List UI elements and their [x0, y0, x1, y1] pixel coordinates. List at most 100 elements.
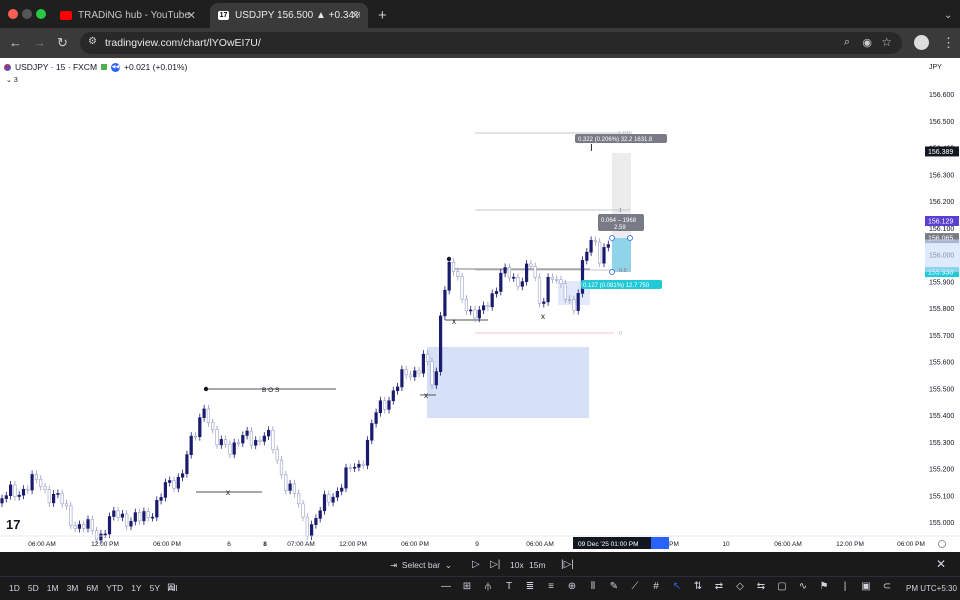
vertical-line-icon[interactable]: |: [837, 580, 853, 594]
candle-body: [606, 244, 610, 248]
speed-button[interactable]: 10x: [510, 560, 524, 570]
timezone-label[interactable]: PM UTC+5:30: [906, 584, 957, 593]
step-forward-icon[interactable]: ▷|: [490, 559, 500, 570]
candle-body: [142, 511, 146, 522]
ruler-icon[interactable]: ⊕: [564, 580, 580, 594]
candle-body: [254, 439, 258, 446]
rect-icon[interactable]: ▢: [774, 580, 790, 594]
fib-icon[interactable]: ≣: [522, 580, 538, 594]
candle-body: [585, 251, 589, 261]
candle-body: [327, 494, 331, 503]
candle-body: [99, 533, 103, 541]
candle-body: [550, 277, 554, 280]
path-icon[interactable]: ∿: [795, 580, 811, 594]
eye-icon[interactable]: ◉: [862, 36, 872, 49]
forward-icon[interactable]: →: [33, 35, 46, 50]
bookmark-star-icon[interactable]: ☆: [881, 35, 892, 49]
range-button[interactable]: 1M: [47, 583, 59, 593]
drag-handle[interactable]: [627, 235, 633, 241]
minimize-window-icon[interactable]: [22, 9, 32, 19]
reload-icon[interactable]: ↻: [57, 35, 68, 51]
range-button[interactable]: 5Y: [150, 583, 160, 593]
long-position-icon[interactable]: ⇅: [690, 580, 706, 594]
grid-icon[interactable]: #: [648, 580, 664, 594]
candle-body: [520, 281, 524, 287]
trend-icon[interactable]: ⟋: [627, 580, 643, 594]
maximize-window-icon[interactable]: [36, 9, 46, 19]
play-icon[interactable]: ▷: [472, 559, 480, 570]
tab-search-icon[interactable]: ⌄: [936, 3, 956, 28]
candle-body: [219, 439, 223, 446]
back-icon[interactable]: ←: [9, 35, 22, 50]
pitchfork-icon[interactable]: ⫛: [480, 580, 496, 594]
candle-body: [133, 512, 137, 522]
candle-body: [387, 400, 391, 410]
pointer-icon[interactable]: ↖: [669, 580, 685, 594]
close-window-icon[interactable]: [8, 9, 18, 19]
shape-icon[interactable]: ◇: [732, 580, 748, 594]
candle-body: [593, 240, 597, 243]
candle-body: [159, 497, 163, 501]
symbol-name[interactable]: USDJPY · 15 · FXCM: [15, 62, 97, 72]
candlestick-chart[interactable]: B O S x x x x 1.618 1 0.5 0 0.322 (0.206…: [0, 58, 960, 552]
bars-icon[interactable]: ⫴: [585, 580, 601, 594]
candle-body: [120, 513, 124, 518]
new-tab-button[interactable]: +: [370, 3, 390, 28]
candle-body: [228, 443, 232, 455]
text-tool-icon[interactable]: T: [501, 580, 517, 594]
price-tick: 155.000: [929, 520, 954, 527]
chart-area[interactable]: B O S x x x x 1.618 1 0.5 0 0.322 (0.206…: [0, 58, 960, 552]
drag-handle[interactable]: [609, 235, 615, 241]
arrows-icon[interactable]: ⇆: [753, 580, 769, 594]
close-replay-icon[interactable]: ✕: [936, 557, 946, 571]
candle-body: [374, 412, 378, 424]
candle-body: [206, 408, 211, 423]
replay-icon[interactable]: ◀◀: [111, 62, 121, 72]
candle-body: [486, 305, 490, 308]
tab-youtube[interactable]: TRADiNG hub - YouTube ✕: [52, 3, 204, 28]
candle-body: [13, 484, 17, 497]
close-tab-icon[interactable]: ✕: [187, 9, 196, 22]
magnet-icon[interactable]: ⊂: [879, 580, 895, 594]
crosshair-icon[interactable]: ⊞: [459, 580, 475, 594]
time-tick: 9: [475, 541, 479, 548]
range-button[interactable]: 3M: [67, 583, 79, 593]
date-range-icon[interactable]: ⊟: [167, 582, 175, 593]
menu-icon[interactable]: ⋮: [942, 35, 955, 51]
time-tick: 06:00 PM: [153, 541, 181, 548]
candle-body: [90, 519, 94, 532]
flag-tool-icon[interactable]: ⚑: [816, 580, 832, 594]
range-button[interactable]: 1D: [9, 583, 20, 593]
divider: [0, 576, 960, 577]
select-bar-button[interactable]: ⇥ Select bar ⌄: [390, 560, 452, 571]
jump-end-icon[interactable]: |▷|: [561, 559, 574, 570]
image-icon[interactable]: ▣: [858, 580, 874, 594]
candle-body: [112, 510, 116, 517]
demand-zone[interactable]: [427, 347, 589, 418]
zoom-icon[interactable]: ⌕: [844, 36, 850, 49]
range-button[interactable]: 5D: [28, 583, 39, 593]
drag-handle[interactable]: [609, 269, 615, 275]
candle-body: [9, 484, 13, 496]
price-tick: 155.700: [929, 333, 954, 340]
long-position-entry[interactable]: [612, 238, 631, 272]
close-tab-icon[interactable]: ✕: [351, 9, 360, 22]
interval-button[interactable]: 15m: [529, 560, 546, 570]
horizontal-line-icon[interactable]: —: [438, 580, 454, 594]
market-status-icon: [101, 64, 108, 70]
measure-icon[interactable]: ⇄: [711, 580, 727, 594]
range-button[interactable]: 1Y: [131, 583, 141, 593]
range-button[interactable]: 6M: [86, 583, 98, 593]
brush-icon[interactable]: ✎: [606, 580, 622, 594]
gann-icon[interactable]: ≡: [543, 580, 559, 594]
candle-body: [47, 489, 51, 504]
indicators-collapse[interactable]: ⌄ 3: [6, 76, 18, 84]
site-info-icon[interactable]: ⚙: [88, 36, 97, 47]
candle-body: [172, 480, 176, 489]
url-field[interactable]: ⚙ tradingview.com/chart/lYOwEI7U/ ⌕ ◉ ☆: [80, 32, 902, 54]
profile-avatar[interactable]: [914, 35, 929, 50]
range-button[interactable]: YTD: [106, 583, 123, 593]
axis-settings-icon[interactable]: [938, 540, 946, 548]
tab-tradingview[interactable]: 17 USDJPY 156.500 ▲ +0.34% ... ✕: [210, 3, 368, 28]
currency-label[interactable]: JPY: [929, 64, 942, 71]
